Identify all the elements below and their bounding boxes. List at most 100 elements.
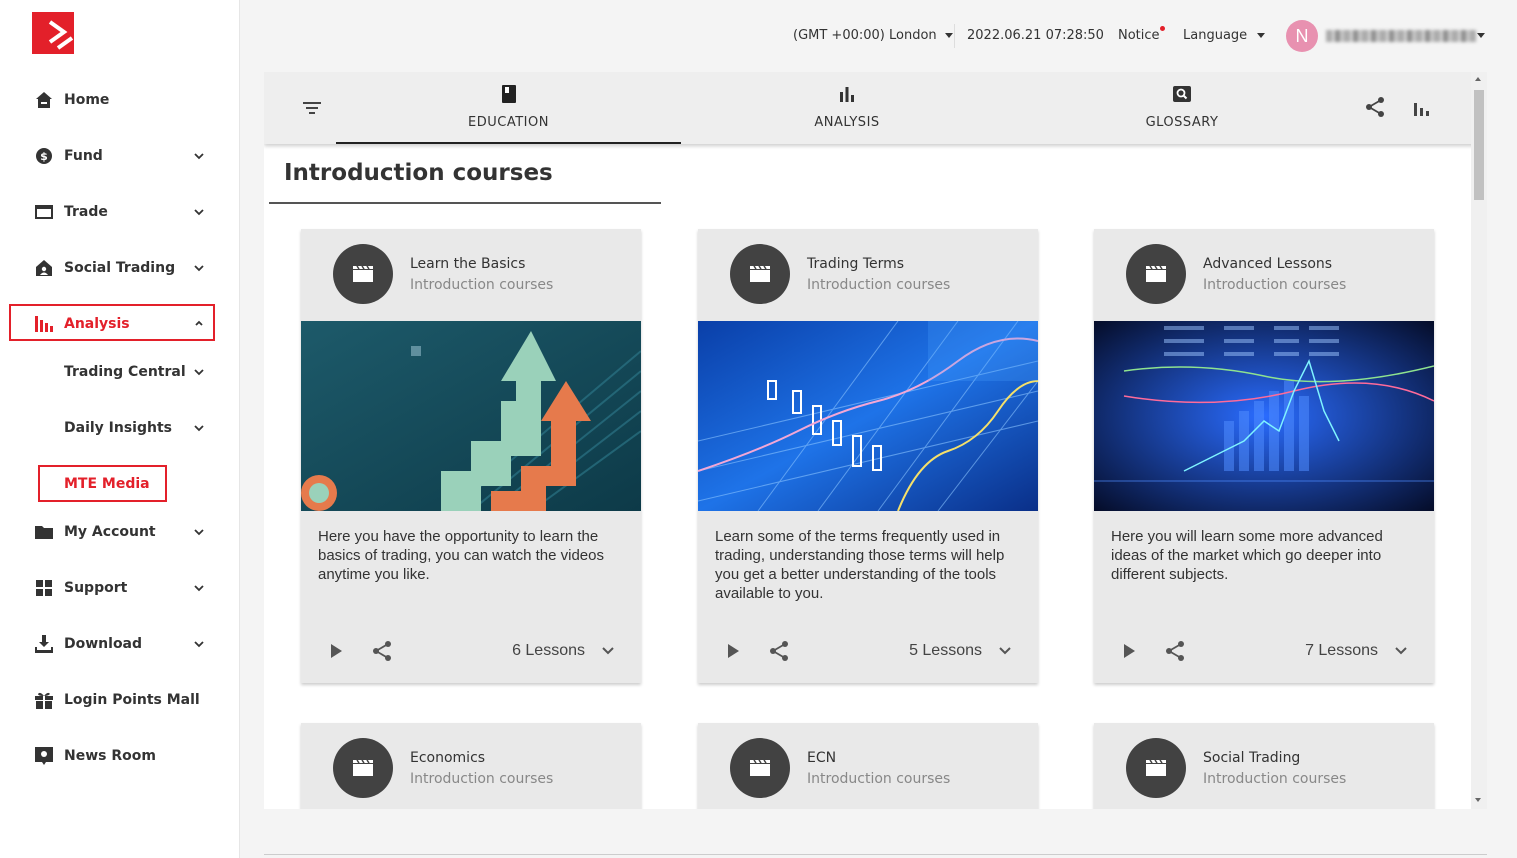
notice-link[interactable]: Notice — [1118, 28, 1160, 43]
course-card[interactable]: ECN Introduction courses — [698, 723, 1038, 809]
grid-icon — [34, 578, 54, 598]
user-name-blurred[interactable] — [1326, 30, 1476, 42]
home-icon — [34, 90, 54, 110]
main-panel: EDUCATION ANALYSIS GLOSSARY Introduction… — [264, 72, 1487, 809]
sidebar: Home $ Fund Trade Social Trading Analysi… — [0, 0, 240, 858]
sidebar-item-label: Analysis — [64, 316, 130, 332]
sidebar-item-label: Home — [64, 92, 110, 108]
chevron-down-icon — [194, 369, 204, 376]
scroll-down-arrow[interactable] — [1475, 798, 1481, 802]
chevron-down-icon[interactable] — [1394, 644, 1408, 658]
tab-label: EDUCATION — [468, 115, 549, 130]
chevron-down-icon — [194, 209, 204, 216]
card-title: ECN — [807, 750, 837, 766]
course-card[interactable]: Economics Introduction courses — [301, 723, 641, 809]
card-header: Advanced Lessons Introduction courses — [1094, 229, 1434, 321]
brand-logo[interactable] — [32, 12, 74, 54]
card-title: Trading Terms — [807, 256, 905, 272]
sidebar-item-home[interactable]: Home — [0, 80, 240, 120]
sidebar-item-my-account[interactable]: My Account — [0, 512, 240, 552]
share-icon[interactable] — [1164, 640, 1186, 662]
card-title: Learn the Basics — [410, 256, 526, 272]
card-subtitle: Introduction courses — [807, 771, 951, 787]
sidebar-sub-trading-central[interactable]: Trading Central — [0, 352, 240, 392]
sidebar-sub-daily-insights[interactable]: Daily Insights — [0, 408, 240, 448]
sidebar-item-login-points-mall[interactable]: Login Points Mall — [0, 680, 240, 720]
share-icon[interactable] — [768, 640, 790, 662]
card-header: Social Trading Introduction courses — [1094, 723, 1434, 809]
chevron-down-icon — [194, 585, 204, 592]
sidebar-item-trade[interactable]: Trade — [0, 192, 240, 232]
tab-education[interactable]: EDUCATION — [336, 72, 681, 144]
card-header: Learn the Basics Introduction courses — [301, 229, 641, 321]
footer-divider — [264, 854, 1487, 855]
course-card[interactable]: Trading Terms Introduction courses Learn… — [698, 229, 1038, 683]
card-description: Learn some of the terms frequently used … — [715, 528, 1005, 602]
lessons-count: 7 Lessons — [1305, 642, 1378, 659]
course-card[interactable]: Social Trading Introduction courses — [1094, 723, 1434, 809]
sidebar-item-news-room[interactable]: News Room — [0, 736, 240, 776]
bar-chart-icon — [34, 314, 54, 334]
language-label: Language — [1183, 28, 1248, 43]
chevron-down-icon — [194, 529, 204, 536]
card-subtitle: Introduction courses — [410, 277, 554, 293]
sidebar-item-fund[interactable]: $ Fund — [0, 136, 240, 176]
card-subtitle: Introduction courses — [410, 771, 554, 787]
sidebar-item-label: Trade — [64, 204, 108, 220]
card-description: Here you have the opportunity to learn t… — [318, 528, 604, 583]
card-header: Economics Introduction courses — [301, 723, 641, 809]
lessons-count: 5 Lessons — [909, 642, 982, 659]
sidebar-item-label: My Account — [64, 524, 156, 540]
svg-text:$: $ — [40, 150, 48, 163]
language-select[interactable]: Language — [1183, 28, 1266, 43]
caret-down-icon — [1257, 33, 1266, 38]
play-icon[interactable] — [1122, 643, 1136, 659]
sidebar-item-download[interactable]: Download — [0, 624, 240, 664]
card-actions: 7 Lessons — [1094, 629, 1434, 673]
tab-analysis[interactable]: ANALYSIS — [681, 72, 1013, 144]
scroll-up-arrow[interactable] — [1475, 77, 1481, 81]
sidebar-sub-mte-media[interactable]: MTE Media — [38, 465, 167, 502]
card-subtitle: Introduction courses — [1203, 771, 1347, 787]
timezone-select[interactable]: (GMT +00:00) London — [793, 28, 953, 43]
card-title: Economics — [410, 750, 486, 766]
sidebar-item-label: Login Points Mall — [64, 692, 200, 708]
card-title: Advanced Lessons — [1203, 256, 1333, 272]
card-image — [698, 321, 1038, 511]
sidebar-item-analysis[interactable]: Analysis — [0, 304, 240, 344]
stats-icon[interactable] — [1412, 98, 1432, 118]
filter-icon[interactable] — [302, 100, 322, 116]
lessons-count: 6 Lessons — [512, 642, 585, 659]
topbar: (GMT +00:00) London 2022.06.21 07:28:50 … — [240, 0, 1517, 72]
card-header: ECN Introduction courses — [698, 723, 1038, 809]
avatar[interactable]: N — [1286, 20, 1318, 52]
sidebar-sub-label: Daily Insights — [64, 420, 172, 436]
sidebar-sub-label: Trading Central — [64, 364, 186, 380]
share-icon[interactable] — [371, 640, 393, 662]
chevron-down-icon — [194, 425, 204, 432]
scrollbar-thumb[interactable] — [1474, 90, 1484, 200]
card-description: Here you will learn some more advanced i… — [1111, 528, 1383, 583]
caret-down-icon[interactable] — [1477, 33, 1485, 38]
timezone-label: (GMT +00:00) London — [793, 28, 937, 43]
section-title: Introduction courses — [284, 160, 553, 186]
sidebar-item-label: News Room — [64, 748, 156, 764]
card-title: Social Trading — [1203, 750, 1301, 766]
folder-icon — [34, 522, 54, 542]
house-user-icon — [34, 258, 54, 278]
play-icon[interactable] — [726, 643, 740, 659]
play-icon[interactable] — [329, 643, 343, 659]
sidebar-item-social-trading[interactable]: Social Trading — [0, 248, 240, 288]
chevron-down-icon[interactable] — [601, 644, 615, 658]
sidebar-item-label: Fund — [64, 148, 103, 164]
sidebar-item-support[interactable]: Support — [0, 568, 240, 608]
share-icon[interactable] — [1364, 96, 1386, 118]
course-card[interactable]: Learn the Basics Introduction courses He… — [301, 229, 641, 683]
tab-glossary[interactable]: GLOSSARY — [1013, 72, 1351, 144]
chevron-down-icon[interactable] — [998, 644, 1012, 658]
course-card[interactable]: Advanced Lessons Introduction courses He… — [1094, 229, 1434, 683]
dollar-circle-icon: $ — [34, 146, 54, 166]
clapperboard-icon — [1126, 244, 1186, 304]
sidebar-item-label: Support — [64, 580, 128, 596]
chevron-down-icon — [194, 641, 204, 648]
